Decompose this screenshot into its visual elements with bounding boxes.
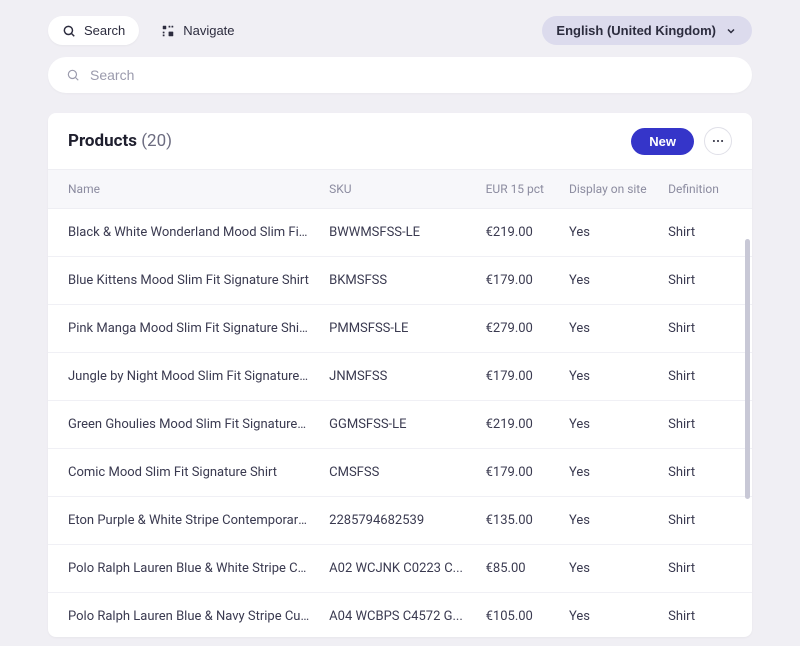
more-button[interactable] [704, 127, 732, 155]
title-count: (20) [141, 131, 172, 151]
cell-definition: Shirt [658, 257, 752, 305]
cell-sku: PMMSFSS-LE [319, 305, 475, 353]
table-row[interactable]: Green Ghoulies Mood Slim Fit Signature S… [48, 401, 752, 449]
cell-name: Green Ghoulies Mood Slim Fit Signature S… [48, 401, 319, 449]
cell-price: €179.00 [476, 449, 559, 497]
cell-price: €179.00 [476, 353, 559, 401]
cell-definition: Shirt [658, 449, 752, 497]
col-header-name[interactable]: Name [48, 170, 319, 209]
card-header: Products (20) New [48, 113, 752, 169]
title-text: Products [68, 131, 137, 151]
cell-price: €279.00 [476, 305, 559, 353]
cell-name: Comic Mood Slim Fit Signature Shirt [48, 449, 319, 497]
table-row[interactable]: Polo Ralph Lauren Blue & Navy Stripe Cus… [48, 593, 752, 638]
table-row[interactable]: Pink Manga Mood Slim Fit Signature Shirt… [48, 305, 752, 353]
ellipsis-icon [711, 134, 725, 148]
cell-display: Yes [559, 449, 658, 497]
table-row[interactable]: Jungle by Night Mood Slim Fit Signature … [48, 353, 752, 401]
cell-display: Yes [559, 305, 658, 353]
header-actions: New [631, 127, 732, 155]
search-box[interactable] [48, 57, 752, 93]
cell-definition: Shirt [658, 305, 752, 353]
topbar-left: Search Navigate [48, 16, 249, 45]
cell-display: Yes [559, 353, 658, 401]
cell-definition: Shirt [658, 497, 752, 545]
search-button-label: Search [84, 23, 125, 38]
products-card: Products (20) New Name SKU EUR 15 pct D [48, 113, 752, 637]
search-icon [66, 68, 80, 82]
cell-price: €179.00 [476, 257, 559, 305]
new-button[interactable]: New [631, 128, 694, 155]
table-row[interactable]: Black & White Wonderland Mood Slim Fit S… [48, 209, 752, 257]
cell-sku: CMSFSS [319, 449, 475, 497]
cell-display: Yes [559, 497, 658, 545]
cell-display: Yes [559, 209, 658, 257]
cell-name: Blue Kittens Mood Slim Fit Signature Shi… [48, 257, 319, 305]
cell-sku: 2285794682539 [319, 497, 475, 545]
table-row[interactable]: Comic Mood Slim Fit Signature ShirtCMSFS… [48, 449, 752, 497]
cell-definition: Shirt [658, 545, 752, 593]
cell-definition: Shirt [658, 593, 752, 638]
cell-display: Yes [559, 257, 658, 305]
navigate-icon [161, 24, 175, 38]
cell-definition: Shirt [658, 353, 752, 401]
navigate-button-label: Navigate [183, 23, 234, 38]
search-button[interactable]: Search [48, 16, 139, 45]
col-header-definition[interactable]: Definition [658, 170, 752, 209]
products-table: Name SKU EUR 15 pct Display on site Defi… [48, 169, 752, 637]
cell-name: Black & White Wonderland Mood Slim Fit S… [48, 209, 319, 257]
table-body: Black & White Wonderland Mood Slim Fit S… [48, 209, 752, 638]
language-label: English (United Kingdom) [556, 23, 716, 38]
table-row[interactable]: Eton Purple & White Stripe Contemporary … [48, 497, 752, 545]
col-header-sku[interactable]: SKU [319, 170, 475, 209]
scrollbar[interactable] [745, 239, 750, 499]
cell-name: Polo Ralph Lauren Blue & White Stripe Cu… [48, 545, 319, 593]
cell-price: €219.00 [476, 209, 559, 257]
search-wrapper [0, 57, 800, 105]
cell-display: Yes [559, 593, 658, 638]
cell-sku: GGMSFSS-LE [319, 401, 475, 449]
search-input[interactable] [90, 67, 734, 83]
cell-display: Yes [559, 401, 658, 449]
cell-price: €85.00 [476, 545, 559, 593]
cell-display: Yes [559, 545, 658, 593]
cell-sku: BWWMSFSS-LE [319, 209, 475, 257]
language-select[interactable]: English (United Kingdom) [542, 16, 752, 45]
col-header-price[interactable]: EUR 15 pct [476, 170, 559, 209]
cell-definition: Shirt [658, 209, 752, 257]
search-icon [62, 24, 76, 38]
page-title: Products (20) [68, 131, 172, 151]
cell-price: €135.00 [476, 497, 559, 545]
col-header-display[interactable]: Display on site [559, 170, 658, 209]
cell-name: Pink Manga Mood Slim Fit Signature Shirt… [48, 305, 319, 353]
cell-price: €105.00 [476, 593, 559, 638]
topbar: Search Navigate English (United Kingdom) [0, 0, 800, 57]
cell-price: €219.00 [476, 401, 559, 449]
cell-sku: BKMSFSS [319, 257, 475, 305]
cell-name: Jungle by Night Mood Slim Fit Signature … [48, 353, 319, 401]
table-row[interactable]: Blue Kittens Mood Slim Fit Signature Shi… [48, 257, 752, 305]
cell-sku: A02 WCJNK C0223 C... [319, 545, 475, 593]
chevron-down-icon [724, 24, 738, 38]
cell-name: Eton Purple & White Stripe Contemporary … [48, 497, 319, 545]
cell-sku: JNMSFSS [319, 353, 475, 401]
table-container: Name SKU EUR 15 pct Display on site Defi… [48, 169, 752, 637]
cell-definition: Shirt [658, 401, 752, 449]
navigate-button[interactable]: Navigate [147, 16, 248, 45]
cell-name: Polo Ralph Lauren Blue & Navy Stripe Cus… [48, 593, 319, 638]
cell-sku: A04 WCBPS C4572 G... [319, 593, 475, 638]
table-row[interactable]: Polo Ralph Lauren Blue & White Stripe Cu… [48, 545, 752, 593]
